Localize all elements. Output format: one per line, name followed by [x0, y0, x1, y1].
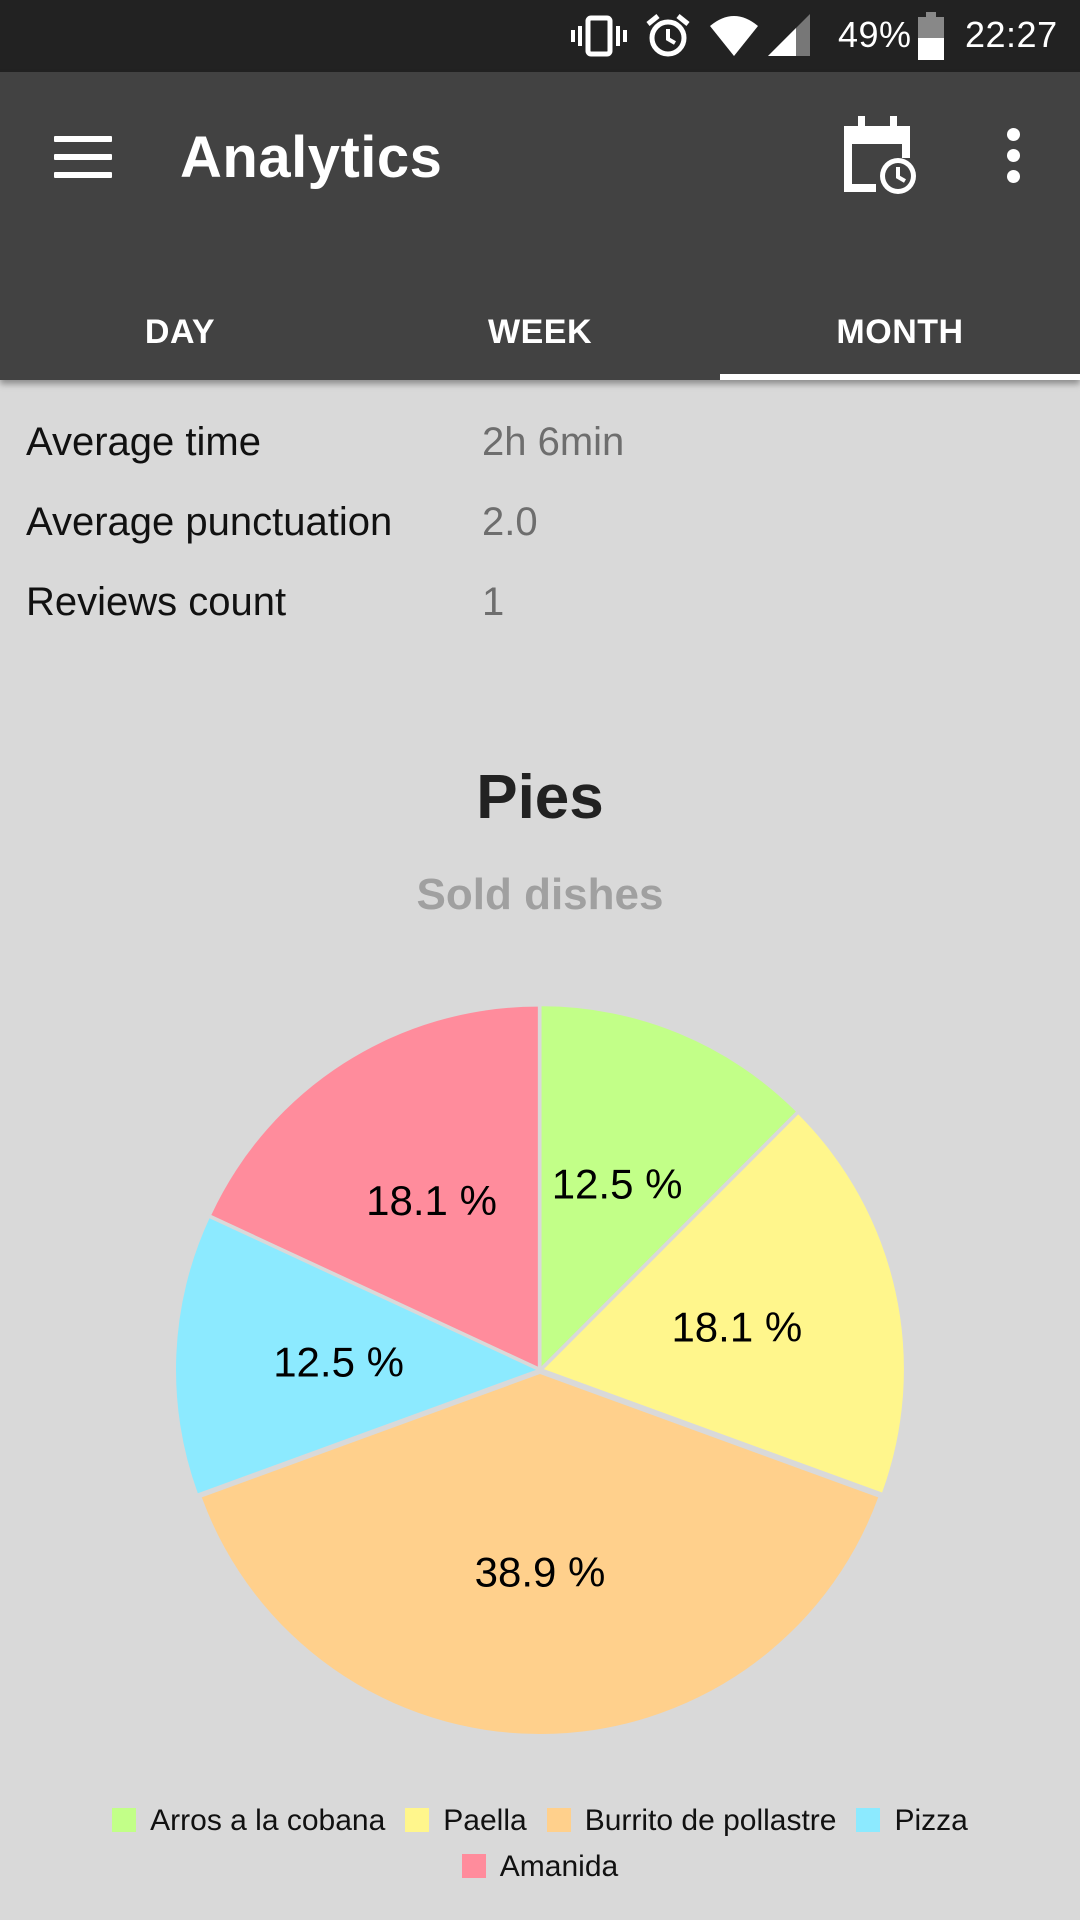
legend-label: Paella [443, 1804, 527, 1837]
legend-label: Amanida [499, 1850, 619, 1883]
stat-label: Reviews count [26, 580, 287, 624]
tab-day[interactable]: DAY [0, 284, 360, 380]
vibrate-icon [570, 12, 628, 65]
chart-title: Pies [476, 763, 604, 832]
clock: 22:27 [965, 14, 1058, 55]
stat-label: Average punctuation [26, 500, 393, 544]
legend-label: Burrito de pollastre [584, 1804, 837, 1837]
legend-swatch [856, 1808, 881, 1832]
battery-icon [916, 10, 946, 67]
tab-week[interactable]: WEEK [360, 284, 720, 380]
legend-item[interactable]: Amanida [461, 1844, 619, 1890]
stats-row-average-time: Average time 2h 6min [0, 420, 1080, 480]
menu-icon[interactable] [54, 134, 112, 180]
status-bar: 49% 22:27 [0, 0, 1080, 72]
pie-slice-label: 12.5 % [273, 1338, 404, 1385]
pie-slice-label: 18.1 % [671, 1303, 802, 1350]
alarm-icon [644, 12, 692, 65]
legend-label: Arros a la cobana [150, 1804, 386, 1837]
more-vert-icon[interactable] [1000, 128, 1028, 184]
app-bar: Analytics DAY WEEK MONTH [0, 72, 1080, 380]
tab-month[interactable]: MONTH [720, 284, 1080, 380]
page-title: Analytics [180, 125, 443, 190]
pie-slice-label: 38.9 % [475, 1549, 606, 1596]
calendar-clock-icon[interactable] [838, 114, 918, 199]
wifi-icon [708, 12, 760, 65]
chart-subtitle: Sold dishes [416, 870, 664, 919]
legend-swatch [546, 1808, 571, 1832]
chart-legend: Arros a la cobana Paella Burrito de pollas… [60, 1798, 1020, 1890]
pie-slice-label: 18.1 % [366, 1177, 497, 1224]
pie-slice-label: 12.5 % [552, 1161, 683, 1208]
stats-row-average-punctuation: Average punctuation 2.0 [0, 500, 1080, 560]
stat-value: 2h 6min [482, 420, 625, 464]
stats-row-reviews-count: Reviews count 1 [0, 580, 1080, 640]
legend-item[interactable]: Burrito de pollastre [546, 1798, 837, 1844]
stat-label: Average time [26, 420, 261, 464]
legend-swatch [405, 1808, 430, 1832]
pie-chart: 12.5 % 18.1 % 38.9 % 12.5 % 18.1 % [176, 1006, 904, 1734]
legend-item[interactable]: Arros a la cobana [112, 1798, 385, 1844]
legend-label: Pizza [894, 1804, 968, 1837]
stat-value: 1 [482, 580, 505, 624]
legend-item[interactable]: Pizza [856, 1798, 968, 1844]
legend-swatch [461, 1854, 486, 1878]
legend-item[interactable]: Paella [405, 1798, 527, 1844]
signal-icon [766, 12, 812, 65]
tab-indicator [720, 374, 1080, 380]
stat-value: 2.0 [482, 500, 538, 544]
legend-swatch [112, 1808, 137, 1832]
battery-percent: 49% [838, 14, 912, 55]
